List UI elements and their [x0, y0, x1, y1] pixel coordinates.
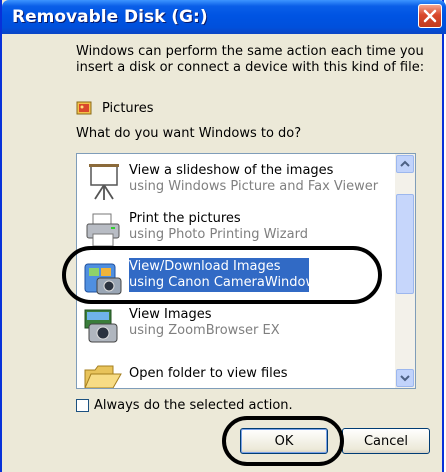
- highlight-callout-selected-item: [62, 246, 382, 304]
- slideshow-projector-icon: [89, 164, 119, 200]
- content-type-label: Pictures: [102, 100, 154, 116]
- item-title: View Images: [129, 307, 212, 322]
- item-subtitle: using Photo Printing Wizard: [129, 227, 308, 242]
- printer-icon: [86, 213, 120, 247]
- window-title: Removable Disk (G:): [12, 7, 208, 27]
- question-text: What do you want Windows to do?: [76, 126, 302, 141]
- close-button[interactable]: [418, 4, 442, 28]
- always-do-label: Always do the selected action.: [94, 398, 293, 413]
- list-item-zoombrowser[interactable]: View Images using ZoomBrowser EX: [77, 302, 395, 350]
- content-type-row: Pictures: [76, 99, 153, 117]
- item-subtitle: using ZoomBrowser EX: [129, 323, 280, 338]
- pictures-icon: [76, 101, 92, 115]
- zoombrowser-camera-icon: [84, 309, 118, 343]
- scroll-up-button[interactable]: [396, 155, 414, 173]
- chevron-down-icon: [400, 375, 410, 382]
- item-title: Print the pictures: [129, 211, 241, 226]
- list-item-open-folder[interactable]: Open folder to view files: [77, 350, 395, 388]
- item-subtitle: using Windows Picture and Fax Viewer: [129, 179, 379, 194]
- autoplay-dialog: Removable Disk (G:) Windows can perform …: [0, 0, 446, 472]
- chevron-up-icon: [400, 160, 410, 167]
- close-icon: [423, 9, 437, 23]
- description-text: Windows can perform the same action each…: [76, 44, 425, 75]
- always-do-checkbox[interactable]: [76, 399, 89, 412]
- folder-icon: [84, 365, 122, 388]
- always-do-row[interactable]: Always do the selected action.: [76, 398, 293, 413]
- item-title: Open folder to view files: [129, 366, 288, 381]
- scrollbar-thumb[interactable]: [396, 194, 414, 294]
- highlight-callout-ok-button: [222, 416, 344, 466]
- scroll-down-button[interactable]: [396, 369, 414, 387]
- title-bar[interactable]: Removable Disk (G:): [2, 0, 446, 34]
- vertical-scrollbar[interactable]: [395, 154, 415, 388]
- list-item-slideshow[interactable]: View a slideshow of the images using Win…: [77, 158, 395, 206]
- item-title: View a slideshow of the images: [129, 163, 334, 178]
- cancel-button[interactable]: Cancel: [342, 428, 430, 454]
